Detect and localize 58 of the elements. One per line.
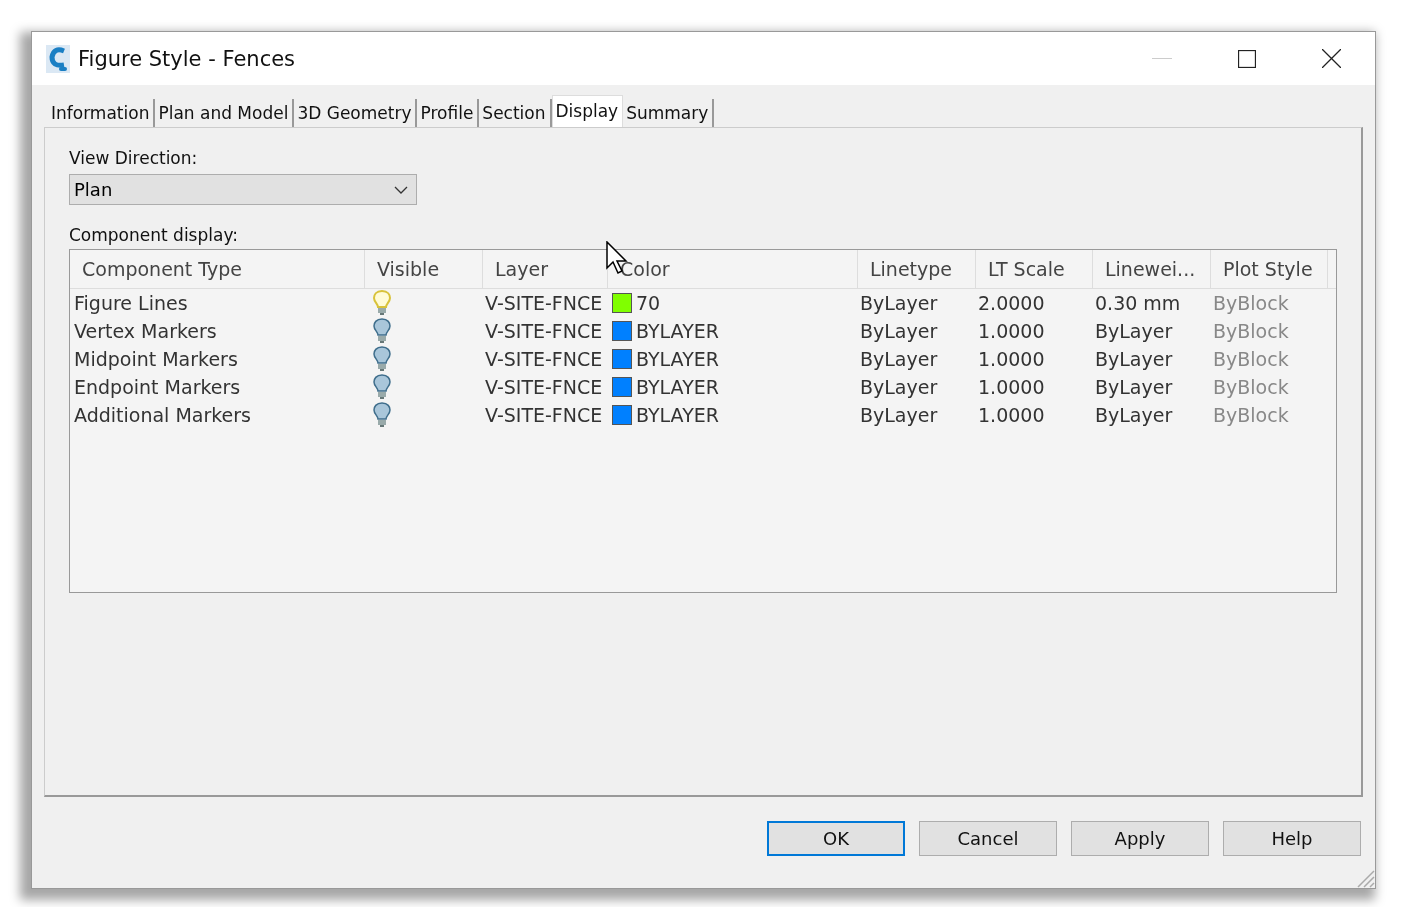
table-cell-text: ByLayer — [859, 347, 939, 372]
column-header[interactable]: Plot Style — [1211, 250, 1328, 288]
window-title: Figure Style - Fences — [78, 46, 296, 71]
table-cell-text: V-SITE-FNCE — [484, 319, 604, 344]
table-cell: BYLAYER — [636, 404, 719, 426]
column-header[interactable]: Component Type — [70, 250, 365, 288]
table-cell-text: 1.0000 — [977, 319, 1046, 344]
column-header[interactable]: Linewei... — [1093, 250, 1211, 288]
table-cell-text: ByBlock — [1212, 291, 1290, 316]
tab[interactable]: Display — [551, 95, 624, 127]
maximize-icon[interactable] — [1238, 49, 1256, 68]
close-icon[interactable] — [1322, 49, 1341, 68]
table-cell-text: Endpoint Markers — [73, 375, 242, 400]
dialog-button[interactable]: Apply — [1071, 821, 1209, 856]
table-cell-text: Additional Markers — [73, 403, 252, 428]
table-cell-text: ByLayer — [859, 403, 939, 428]
lightbulb-icon[interactable] — [373, 318, 391, 344]
field-label: View Direction: — [69, 148, 199, 168]
table-cell: 70 — [636, 292, 661, 314]
table-cell-text: ByLayer — [859, 375, 939, 400]
table-cell-text: 1.0000 — [977, 347, 1046, 372]
lightbulb-icon[interactable] — [373, 374, 391, 400]
table-cell-text: Midpoint Markers — [73, 347, 239, 372]
lightbulb-icon[interactable] — [373, 402, 391, 428]
table-cell-text: ByBlock — [1212, 347, 1290, 372]
table-cell-text: ByLayer — [1094, 403, 1174, 428]
column-header[interactable]: Linetype — [858, 250, 976, 288]
table-cell-text: ByBlock — [1212, 375, 1290, 400]
table-cell: BYLAYER — [636, 320, 719, 342]
table-cell-text: ByLayer — [1094, 375, 1174, 400]
table-cell-text: 1.0000 — [977, 403, 1046, 428]
table-cell: BYLAYER — [636, 376, 719, 398]
dialog-button[interactable]: OK — [767, 821, 905, 856]
table-cell-text: 1.0000 — [977, 375, 1046, 400]
table-cell-text: V-SITE-FNCE — [484, 347, 604, 372]
table-cell-text: Figure Lines — [73, 291, 189, 316]
dialog-button[interactable]: Help — [1223, 821, 1361, 856]
view-direction-dropdown[interactable]: Plan — [69, 174, 417, 205]
table-cell-text: ByBlock — [1212, 403, 1290, 428]
section-label: Component display: — [69, 225, 239, 245]
table-cell-text: ByBlock — [1212, 319, 1290, 344]
table-cell-text: Vertex Markers — [73, 319, 218, 344]
table-cell-text: V-SITE-FNCE — [484, 403, 604, 428]
table-cell-text: V-SITE-FNCE — [484, 291, 604, 316]
table-cell-text: ByLayer — [859, 291, 939, 316]
column-header[interactable]: LT Scale — [976, 250, 1093, 288]
table-cell-text: 0.30 mm — [1094, 291, 1182, 316]
table-cell-text: ByLayer — [1094, 347, 1174, 372]
column-header[interactable]: Visible — [365, 250, 483, 288]
table-cell-text: 2.0000 — [977, 291, 1046, 316]
dialog-button[interactable]: Cancel — [919, 821, 1057, 856]
table-cell-text: ByLayer — [1094, 319, 1174, 344]
table-cell-text: V-SITE-FNCE — [484, 375, 604, 400]
table-cell-text: ByLayer — [859, 319, 939, 344]
chevron-down-icon — [394, 185, 408, 194]
table-cell: BYLAYER — [636, 348, 719, 370]
lightbulb-icon[interactable] — [373, 346, 391, 372]
app-logo-icon — [46, 44, 70, 73]
